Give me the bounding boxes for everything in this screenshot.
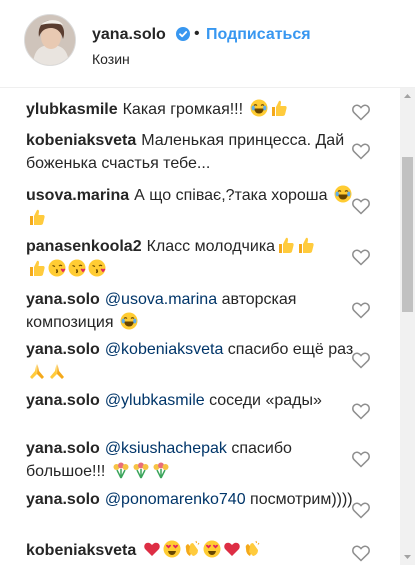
comment-author[interactable]: yana.solo bbox=[26, 491, 100, 508]
separator-dot: • bbox=[194, 25, 200, 42]
comment-item: yana.solo @ylubkasmile соседи «рады» bbox=[26, 389, 366, 412]
like-comment-heart-icon[interactable] bbox=[351, 401, 371, 421]
comment-author[interactable]: yana.solo bbox=[26, 291, 100, 308]
thumbs-up-emoji-icon bbox=[30, 209, 45, 225]
joy-emoji-icon bbox=[334, 185, 352, 203]
heart-eyes-emoji-icon bbox=[163, 540, 181, 558]
avatar[interactable] bbox=[24, 14, 76, 66]
heart-eyes-emoji-icon bbox=[203, 540, 221, 558]
tulip-bouquet-emoji-icon bbox=[113, 462, 129, 479]
comment-emoji bbox=[26, 364, 66, 381]
scroll-down-arrow-icon[interactable] bbox=[400, 549, 415, 565]
red-heart-emoji-icon bbox=[224, 542, 241, 556]
kiss-emoji-icon bbox=[88, 259, 106, 277]
comment-mention[interactable]: @kobeniaksveta bbox=[105, 341, 224, 358]
location-link[interactable]: Козин bbox=[92, 51, 130, 67]
joy-emoji-icon bbox=[120, 312, 138, 330]
like-comment-heart-icon[interactable] bbox=[351, 141, 371, 161]
comment-mention[interactable]: @ylubkasmile bbox=[105, 392, 205, 409]
comment-item: kobeniaksveta bbox=[26, 539, 366, 562]
comment-text: А що співає,?така хороша bbox=[134, 187, 328, 204]
clapping-hands-emoji-icon bbox=[246, 540, 260, 556]
comment-item: kobeniaksveta Маленькая принцесса. Дай бо… bbox=[26, 129, 366, 175]
comment-mention[interactable]: @usova.marina bbox=[105, 291, 217, 308]
comment-emoji bbox=[141, 540, 261, 559]
like-comment-heart-icon[interactable] bbox=[351, 300, 371, 320]
comment-item: panasenkoola2 Класс молодчика bbox=[26, 235, 366, 281]
like-comment-heart-icon[interactable] bbox=[351, 247, 371, 267]
comment-item: yana.solo @ksiushachepak спасибо большое!… bbox=[26, 437, 366, 483]
comment-author[interactable]: panasenkoola2 bbox=[26, 238, 142, 255]
comment-author[interactable]: yana.solo bbox=[26, 341, 100, 358]
comment-mention[interactable]: @ksiushachepak bbox=[105, 440, 227, 457]
thumbs-up-emoji-icon bbox=[299, 237, 314, 253]
tulip-bouquet-emoji-icon bbox=[153, 462, 169, 479]
comment-author[interactable]: yana.solo bbox=[26, 392, 100, 409]
comment-item: usova.marina А що співає,?така хороша bbox=[26, 184, 366, 230]
like-comment-heart-icon[interactable] bbox=[351, 449, 371, 469]
follow-button[interactable]: Подписаться bbox=[206, 26, 311, 44]
comment-author[interactable]: usova.marina bbox=[26, 187, 129, 204]
pray-emoji-icon bbox=[30, 364, 44, 379]
pray-emoji-icon bbox=[50, 364, 64, 379]
thumbs-up-emoji-icon bbox=[30, 260, 45, 276]
like-comment-heart-icon[interactable] bbox=[351, 500, 371, 520]
like-comment-heart-icon[interactable] bbox=[351, 543, 371, 563]
tulip-bouquet-emoji-icon bbox=[133, 462, 149, 479]
comment-emoji bbox=[248, 99, 288, 118]
comment-text: посмотрим)))) bbox=[250, 491, 353, 508]
like-comment-heart-icon[interactable] bbox=[351, 102, 371, 122]
comment-item: yana.solo @usova.marina авторская компози… bbox=[26, 288, 366, 334]
username-link[interactable]: yana.solo bbox=[92, 26, 166, 44]
comment-item: yana.solo @ponomarenko740 посмотрим)))) bbox=[26, 488, 366, 511]
comment-item: ylubkasmile Какая громкая!!! bbox=[26, 98, 366, 121]
comment-author[interactable]: ylubkasmile bbox=[26, 101, 118, 118]
comment-author[interactable]: kobeniaksveta bbox=[26, 542, 136, 559]
like-comment-heart-icon[interactable] bbox=[351, 196, 371, 216]
comment-text: спасибо ещё раз bbox=[227, 341, 354, 358]
comment-mention[interactable]: @ponomarenko740 bbox=[105, 491, 246, 508]
clapping-hands-emoji-icon bbox=[186, 540, 200, 556]
comment-text: соседи «рады» bbox=[209, 392, 322, 409]
comment-emoji bbox=[110, 462, 170, 480]
scroll-up-arrow-icon[interactable] bbox=[400, 88, 415, 104]
red-heart-emoji-icon bbox=[144, 542, 161, 556]
like-comment-heart-icon[interactable] bbox=[351, 350, 371, 370]
comment-text: Класс молодчика bbox=[146, 238, 276, 255]
comment-list: ylubkasmile Какая громкая!!! kobeniaksvet… bbox=[0, 88, 400, 565]
thumbs-up-emoji-icon bbox=[279, 237, 294, 253]
post-header: yana.solo • Подписаться Козин bbox=[0, 0, 415, 88]
comment-author[interactable]: yana.solo bbox=[26, 440, 100, 457]
kiss-emoji-icon bbox=[48, 259, 66, 277]
comment-item: yana.solo @kobeniaksveta спасибо ещё раз bbox=[26, 338, 366, 384]
verified-badge-icon bbox=[176, 27, 190, 41]
scrollbar-thumb[interactable] bbox=[402, 157, 413, 312]
thumbs-up-emoji-icon bbox=[271, 100, 287, 116]
comment-emoji bbox=[118, 312, 138, 331]
kiss-emoji-icon bbox=[68, 259, 86, 277]
comment-author[interactable]: kobeniaksveta bbox=[26, 132, 136, 149]
joy-emoji-icon bbox=[250, 99, 268, 117]
comment-text: Какая громкая!!! bbox=[122, 101, 244, 118]
